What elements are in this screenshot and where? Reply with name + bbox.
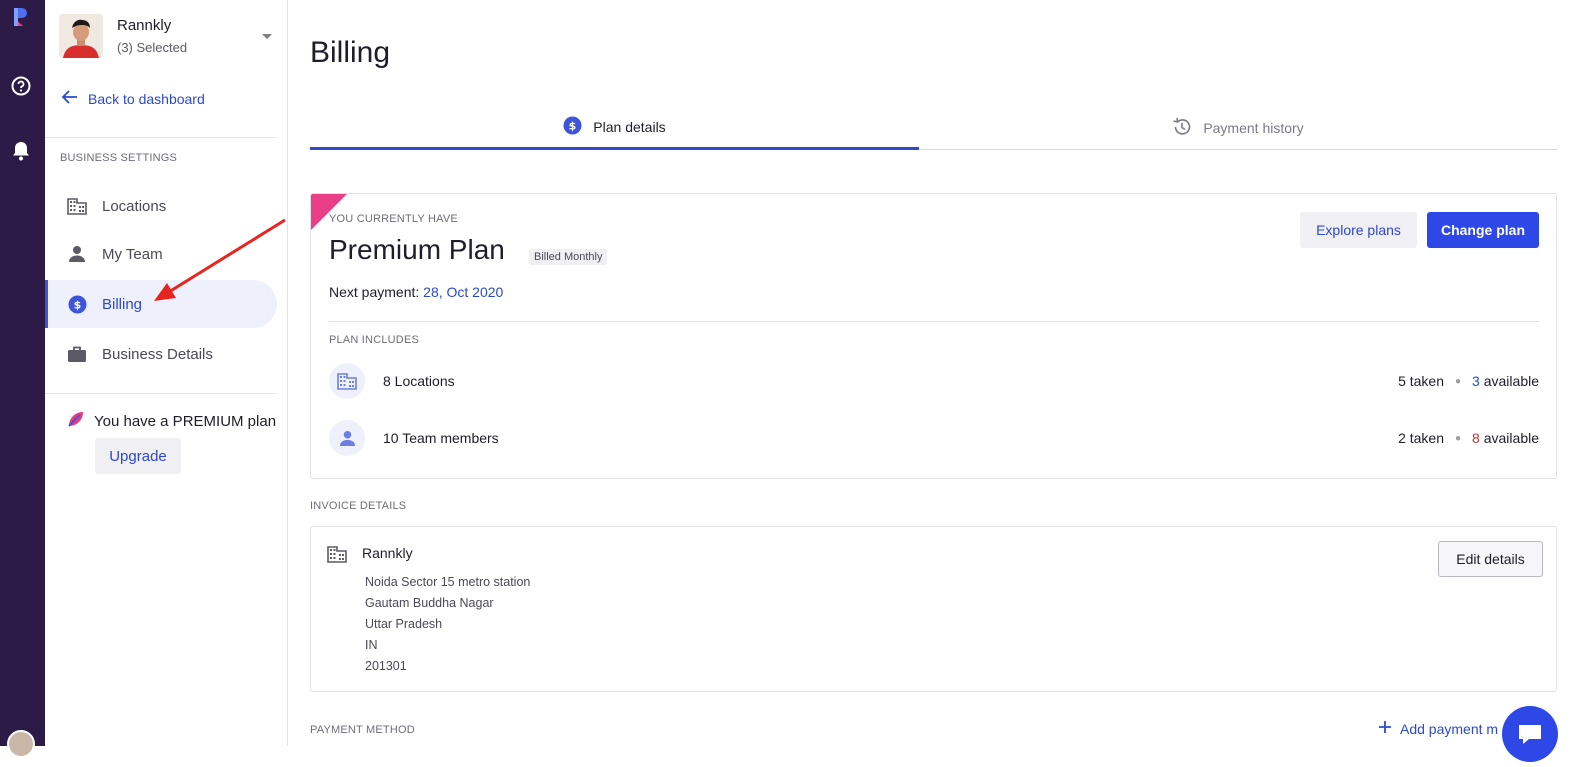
divider (329, 321, 1539, 322)
change-plan-button[interactable]: Change plan (1427, 212, 1539, 248)
address-line: Uttar Pradesh (365, 617, 443, 631)
plan-card: YOU CURRENTLY HAVE Premium Plan Billed M… (310, 193, 1557, 479)
billing-cycle-badge: Billed Monthly (529, 249, 608, 265)
divider (45, 137, 277, 138)
leaf-icon (67, 410, 85, 432)
main-content: Billing $ Plan details Payment history Y… (288, 0, 1579, 762)
tab-plan-details[interactable]: $ Plan details (310, 106, 919, 150)
app-logo-icon[interactable] (11, 6, 31, 28)
svg-text:$: $ (73, 298, 81, 311)
address-line: Noida Sector 15 metro station (365, 575, 531, 589)
add-payment-label: Add payment m (1400, 720, 1499, 737)
address-line: Gautam Buddha Nagar (365, 596, 494, 610)
usage-summary: 5 taken ● 3 available (1398, 373, 1539, 389)
chat-widget-button[interactable] (1502, 706, 1558, 762)
sidebar-item-label: Locations (102, 197, 167, 215)
invoice-card: Rannkly Noida Sector 15 metro station Ga… (310, 526, 1557, 692)
tab-bar: $ Plan details Payment history (310, 106, 1557, 150)
plan-name: Premium Plan (329, 234, 505, 265)
sidebar-item-business-details[interactable]: Business Details (45, 330, 277, 378)
plan-item-locations: 8 Locations 5 taken ● 3 available (329, 363, 1539, 399)
plan-note: You have a PREMIUM plan (67, 410, 276, 432)
building-icon (67, 196, 87, 216)
person-icon (67, 244, 87, 264)
history-icon (1172, 117, 1192, 140)
invoice-business-name: Rannkly (362, 545, 413, 561)
bell-icon[interactable] (10, 140, 32, 162)
chat-icon (1519, 725, 1541, 744)
sidebar-item-billing[interactable]: $ Billing (45, 280, 277, 328)
page-title: Billing (310, 36, 391, 69)
back-label: Back to dashboard (88, 90, 205, 107)
app-rail (0, 0, 45, 758)
current-plan-label: YOU CURRENTLY HAVE (329, 213, 458, 225)
add-payment-method-link[interactable]: Add payment m (1378, 720, 1498, 737)
edit-details-button[interactable]: Edit details (1438, 541, 1543, 577)
upgrade-button[interactable]: Upgrade (95, 438, 181, 474)
account-switcher[interactable]: Rannkly (3) Selected (59, 14, 274, 62)
address-line: 201301 (365, 659, 407, 673)
sidebar-item-label: My Team (102, 245, 163, 263)
sidebar-item-label: Billing (102, 295, 143, 313)
dollar-icon: $ (563, 116, 582, 138)
sidebar-item-my-team[interactable]: My Team (45, 230, 277, 278)
payment-method-label: PAYMENT METHOD (310, 724, 415, 736)
sidebar-item-label: Business Details (102, 345, 213, 363)
account-selected-count: (3) Selected (117, 40, 188, 55)
svg-text:$: $ (569, 119, 577, 132)
taken-count: 5 taken (1398, 373, 1444, 389)
separator-dot: ● (1455, 375, 1462, 387)
available-label: available (1483, 430, 1539, 446)
next-payment-label: Next payment: (329, 284, 420, 300)
plan-item-label: 10 Team members (383, 430, 499, 446)
next-payment: Next payment: 28, Oct 2020 (329, 284, 503, 300)
tab-label: Plan details (593, 118, 666, 135)
next-payment-date: 28, Oct 2020 (423, 284, 504, 300)
account-avatar (59, 14, 103, 58)
tab-label: Payment history (1203, 120, 1304, 136)
arrow-left-icon (61, 90, 78, 107)
divider (45, 393, 277, 394)
available-label: available (1483, 373, 1539, 389)
account-name: Rannkly (117, 17, 172, 34)
plan-item-team-members: 10 Team members 2 taken ● 8 available (329, 420, 1539, 456)
settings-sidebar: Rannkly (3) Selected Back to dashboard B… (45, 0, 288, 746)
plan-note-text: You have a PREMIUM plan (94, 412, 277, 430)
help-icon[interactable] (10, 75, 32, 97)
tab-payment-history[interactable]: Payment history (919, 106, 1557, 150)
usage-summary: 2 taken ● 8 available (1398, 430, 1539, 446)
available-count: 3 (1472, 373, 1480, 389)
user-avatar[interactable] (7, 730, 35, 758)
building-icon (329, 363, 365, 399)
invoice-details-label: INVOICE DETAILS (310, 500, 407, 512)
available-count: 8 (1472, 430, 1480, 446)
address-line: IN (365, 638, 378, 652)
plan-includes-label: PLAN INCLUDES (329, 334, 420, 346)
briefcase-icon (67, 344, 87, 364)
plan-item-label: 8 Locations (383, 373, 455, 389)
back-to-dashboard-link[interactable]: Back to dashboard (61, 90, 205, 107)
taken-count: 2 taken (1398, 430, 1444, 446)
chevron-down-icon[interactable] (262, 34, 272, 39)
separator-dot: ● (1455, 432, 1462, 444)
person-icon (329, 420, 365, 456)
section-heading: BUSINESS SETTINGS (60, 152, 178, 164)
plus-icon (1378, 720, 1392, 737)
building-icon (327, 545, 347, 568)
dollar-icon: $ (67, 294, 87, 314)
explore-plans-button[interactable]: Explore plans (1300, 212, 1417, 248)
sidebar-item-locations[interactable]: Locations (45, 182, 277, 230)
